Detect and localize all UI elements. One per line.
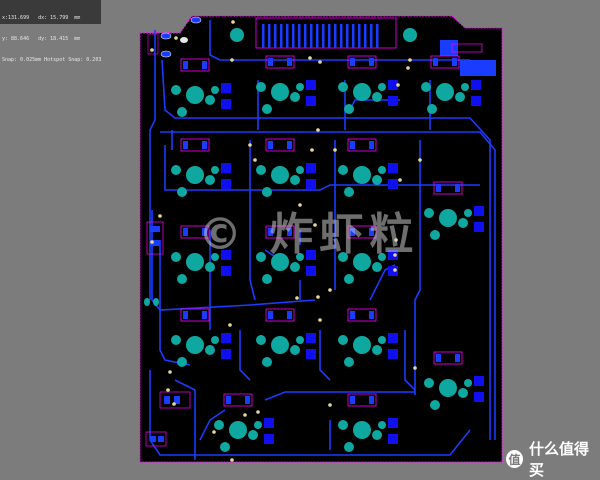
via	[166, 388, 170, 392]
via	[150, 48, 154, 52]
watermark-text: © 炸虾粒	[198, 209, 420, 260]
via	[406, 66, 410, 70]
via	[333, 148, 337, 152]
via	[328, 288, 332, 292]
via	[172, 402, 176, 406]
via	[256, 410, 260, 414]
via	[168, 370, 172, 374]
via	[418, 158, 422, 162]
via	[174, 36, 178, 40]
via	[310, 148, 314, 152]
via	[295, 296, 299, 300]
via	[316, 295, 320, 299]
via	[318, 318, 322, 322]
readout-line-snap: Snap: 0.025mm Hotspot Snap: 0.203mm	[2, 57, 101, 63]
brand-text: 什么值得买	[529, 440, 590, 479]
via	[248, 143, 252, 147]
via	[393, 268, 397, 272]
via	[408, 58, 412, 62]
via	[230, 458, 234, 462]
via	[158, 214, 162, 218]
via	[231, 20, 235, 24]
brand-badge: 值 什么值得买	[506, 438, 600, 480]
coordinate-readout: x:131.699 dx: 15.799 mm y: 88.646 dy: 18…	[0, 0, 101, 63]
brand-logo-icon: 值	[506, 450, 524, 468]
pcb-layout-canvas[interactable]: x:131.699 dx: 15.799 mm y: 88.646 dy: 18…	[0, 0, 600, 479]
via	[328, 403, 332, 407]
via	[316, 128, 320, 132]
via	[308, 56, 312, 60]
via	[413, 366, 417, 370]
via	[228, 323, 232, 327]
via	[150, 240, 154, 244]
via	[212, 430, 216, 434]
readout-line-y: y: 88.646 dy: 18.415 mm	[2, 36, 81, 42]
via	[398, 178, 402, 182]
via	[396, 83, 400, 87]
via	[243, 413, 247, 417]
via	[230, 58, 234, 62]
readout-line-x: x:131.699 dx: 15.799 mm	[2, 15, 81, 21]
via	[253, 158, 257, 162]
via	[318, 60, 322, 64]
